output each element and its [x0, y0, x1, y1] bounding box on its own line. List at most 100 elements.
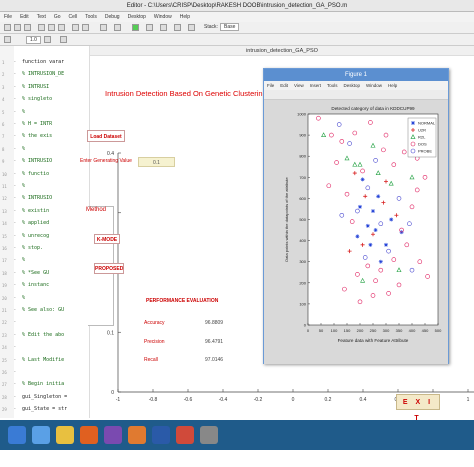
line-marker: - — [14, 356, 16, 363]
cell-eval-icon[interactable] — [60, 36, 67, 43]
copy-icon[interactable] — [48, 24, 55, 31]
line-number: 12 — [2, 196, 7, 202]
ie-icon[interactable] — [32, 426, 50, 444]
line-number: 23 — [2, 332, 7, 338]
find-icon[interactable] — [114, 24, 121, 31]
fig-menu-help[interactable]: Help — [388, 83, 397, 88]
new-file-icon[interactable] — [4, 24, 11, 31]
powerpoint-icon[interactable] — [176, 426, 194, 444]
breakpoint-icon[interactable] — [146, 24, 153, 31]
line-number: 28 — [2, 394, 7, 400]
zoom-value-input[interactable]: 1.0 — [26, 36, 41, 44]
cell-plus-icon[interactable] — [44, 36, 51, 43]
fig-menu-window[interactable]: Window — [366, 83, 382, 88]
chart-title: Detected category of data in KDDCUP99 — [331, 106, 415, 111]
fig-menu-file[interactable]: File — [267, 83, 274, 88]
print-icon[interactable] — [100, 24, 107, 31]
legend-label: PROBE — [418, 149, 432, 154]
fig-menu-desktop[interactable]: Desktop — [344, 83, 361, 88]
menu-window[interactable]: Window — [154, 14, 172, 20]
menu-desktop[interactable]: Desktop — [128, 14, 146, 20]
code-line: % the exis — [22, 133, 53, 140]
paste-icon[interactable] — [58, 24, 65, 31]
menu-text[interactable]: Text — [37, 14, 46, 20]
gen-value-input[interactable]: 0.1 — [138, 157, 175, 167]
stack-select[interactable]: Base — [220, 23, 240, 31]
code-line: gui_Singleton = — [22, 393, 68, 400]
save-icon[interactable] — [24, 24, 31, 31]
line-number: 10 — [2, 171, 7, 177]
line-number: 20 — [2, 295, 7, 301]
exit-button[interactable]: E X I T — [396, 394, 440, 422]
line-number: 9 — [2, 159, 5, 165]
line-number: 25 — [2, 357, 7, 363]
x-tick-label: 500 — [435, 328, 442, 333]
x-tick-label: -0.6 — [184, 397, 193, 403]
menu-edit[interactable]: Edit — [20, 14, 29, 20]
load-dataset-button[interactable]: Load Dataset — [87, 130, 125, 142]
firefox-icon[interactable] — [80, 426, 98, 444]
recall-value: 97.0146 — [205, 357, 224, 363]
menu-cell[interactable]: Cell — [69, 14, 78, 20]
line-number: 21 — [2, 308, 7, 313]
media-icon[interactable] — [104, 426, 122, 444]
redo-icon[interactable] — [82, 24, 89, 31]
code-line: % — [22, 257, 26, 264]
menu-file[interactable]: File — [4, 14, 12, 20]
proposed-button[interactable]: PROPOSED — [94, 263, 124, 274]
matlab-icon[interactable] — [128, 426, 146, 444]
x-tick-label: -0.4 — [219, 397, 228, 403]
menu-bar: File Edit Text Go Cell Tools Debug Deskt… — [0, 12, 474, 22]
line-number: 13 — [2, 208, 7, 214]
code-line: % applied — [22, 220, 50, 227]
line-marker: - — [14, 269, 16, 276]
code-editor[interactable]: 1- function varar 2-% INTRUSION_DE 3-% INTR… — [0, 46, 90, 418]
cut-icon[interactable] — [38, 24, 45, 31]
line-marker: - — [14, 96, 16, 103]
explorer-icon[interactable] — [56, 426, 74, 444]
word-icon[interactable] — [152, 426, 170, 444]
code-line: gui_State = str — [22, 406, 68, 413]
y-tick-label: 200 — [299, 280, 306, 285]
code-line: % functio — [22, 170, 50, 177]
menu-go[interactable]: Go — [54, 14, 61, 20]
step-out-icon[interactable] — [188, 24, 195, 31]
menu-help[interactable]: Help — [180, 14, 190, 20]
fig-menu-edit[interactable]: Edit — [280, 83, 288, 88]
y-tick-label: 900 — [299, 133, 306, 138]
fig-menu-view[interactable]: View — [294, 83, 304, 88]
start-icon[interactable] — [8, 426, 26, 444]
line-marker: - — [14, 369, 16, 375]
method-label: Method — [86, 207, 107, 213]
legend-label: DOS — [418, 142, 427, 147]
y-tick-label: 800 — [299, 154, 306, 159]
undo-icon[interactable] — [72, 24, 79, 31]
x-axis-label: Feature data with Feature Attribute — [338, 338, 409, 343]
fig-menu-tools[interactable]: Tools — [327, 83, 338, 88]
y-tick-label: 0 — [304, 323, 307, 328]
menu-tools[interactable]: Tools — [85, 14, 97, 20]
y-tick-label: 0 — [111, 390, 114, 396]
code-line: function varar — [22, 59, 65, 65]
line-marker: - — [14, 393, 16, 400]
stack-label: Stack: — [204, 24, 218, 30]
app-icon[interactable] — [200, 426, 218, 444]
menu-debug[interactable]: Debug — [105, 14, 120, 20]
step-icon[interactable] — [160, 24, 167, 31]
gen-value-label: Enter Generating Value — [80, 158, 132, 164]
step-in-icon[interactable] — [174, 24, 181, 31]
run-icon[interactable] — [132, 24, 139, 31]
line-marker: - — [14, 158, 16, 165]
legend-label: NORMAL — [418, 121, 436, 126]
code-line: % unrecog — [22, 232, 50, 239]
code-line: % INTRUSI — [22, 83, 50, 90]
kmode-button[interactable]: K-MODE — [94, 234, 120, 244]
fig-menu-insert[interactable]: Insert — [310, 83, 321, 88]
x-tick-label: 150 — [344, 328, 351, 333]
code-line: % *See GU — [22, 269, 50, 276]
open-file-icon[interactable] — [14, 24, 21, 31]
line-marker: - — [14, 220, 16, 227]
line-number: 22 — [2, 320, 7, 326]
cell-minus-icon[interactable] — [4, 36, 11, 43]
code-line: % Begin initia — [22, 381, 65, 388]
